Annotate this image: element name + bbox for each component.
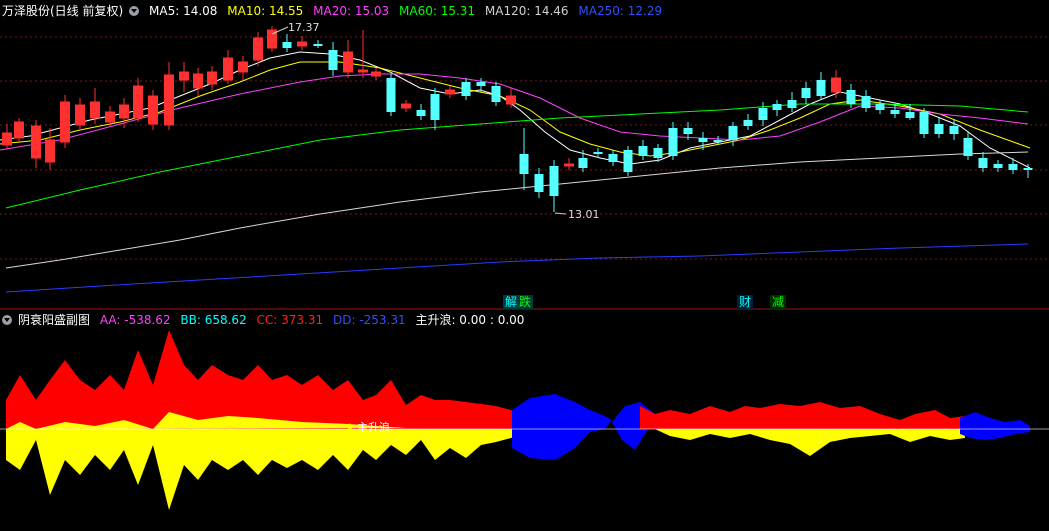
candle — [31, 120, 41, 168]
candle — [328, 42, 338, 76]
candle — [297, 36, 307, 50]
candle — [772, 100, 782, 116]
main-wave-marker: 主升浪 — [357, 420, 390, 434]
high-annotation: 17.37 — [271, 21, 320, 35]
candle — [491, 82, 501, 106]
candle — [549, 160, 559, 212]
event-tag-die[interactable]: 跌 — [517, 295, 534, 309]
candle — [638, 140, 648, 160]
candle — [343, 40, 353, 78]
main-wave-star-icon: ★ — [345, 421, 355, 434]
candle — [564, 158, 574, 170]
low-price-label: 13.01 — [568, 208, 600, 221]
candle — [519, 128, 529, 190]
candle — [430, 88, 440, 130]
candle — [223, 50, 233, 84]
candle — [371, 68, 381, 80]
candle — [698, 132, 708, 150]
candle — [193, 68, 203, 96]
candle — [75, 98, 85, 130]
candle — [133, 78, 143, 122]
candle — [608, 150, 618, 166]
candle — [801, 82, 811, 104]
candle — [506, 88, 516, 108]
event-tag-jian[interactable]: 减 — [770, 295, 787, 309]
candle — [963, 132, 973, 160]
candle — [207, 66, 217, 90]
ma120-line — [5, 151, 1029, 269]
candle — [1023, 164, 1033, 178]
candle — [668, 122, 678, 160]
indicator-panel[interactable]: 阴衰阳盛副图 AA: -538.62 BB: 658.62 CC: 373.31… — [0, 310, 1049, 531]
candle — [1008, 158, 1018, 174]
candle — [743, 114, 753, 130]
blue-area-1 — [512, 394, 612, 460]
yellow-area-left — [6, 429, 519, 510]
candle — [238, 56, 248, 80]
candle — [416, 104, 426, 120]
candle — [949, 120, 959, 140]
candle — [861, 90, 871, 112]
candle — [148, 90, 158, 130]
ma60-line — [5, 103, 1029, 209]
candle — [758, 102, 768, 126]
high-price-label: 17.37 — [288, 21, 320, 34]
candle — [60, 95, 70, 148]
candle — [445, 86, 455, 98]
yellow-area-right — [655, 429, 965, 456]
candlestick-chart[interactable]: 17.37 13.01 — [0, 0, 1049, 310]
candle — [386, 74, 396, 116]
candle — [934, 118, 944, 138]
candle — [45, 128, 55, 170]
candle — [461, 78, 471, 100]
candle — [787, 92, 797, 112]
candle — [534, 168, 544, 198]
candle — [816, 72, 826, 100]
blue-area-3 — [960, 412, 1030, 440]
candle — [919, 108, 929, 138]
candle — [623, 146, 633, 176]
red-area-left — [6, 330, 519, 429]
candle — [179, 62, 189, 92]
candle — [14, 118, 24, 142]
candle — [313, 40, 323, 48]
candle — [578, 150, 588, 172]
ma250-line — [5, 243, 1029, 293]
candle — [164, 62, 174, 130]
candle — [2, 124, 12, 150]
candle — [267, 26, 277, 52]
red-area-right — [640, 402, 965, 429]
candle — [401, 100, 411, 112]
candle — [831, 70, 841, 98]
candle — [978, 152, 988, 172]
yin-yang-area-chart[interactable]: ★ 主升浪 — [0, 310, 1049, 531]
event-tag-cai[interactable]: 财 — [737, 295, 754, 309]
price-panel[interactable]: 万泽股份(日线 前复权) MA5: 14.08 MA10: 14.55 MA20… — [0, 0, 1049, 310]
